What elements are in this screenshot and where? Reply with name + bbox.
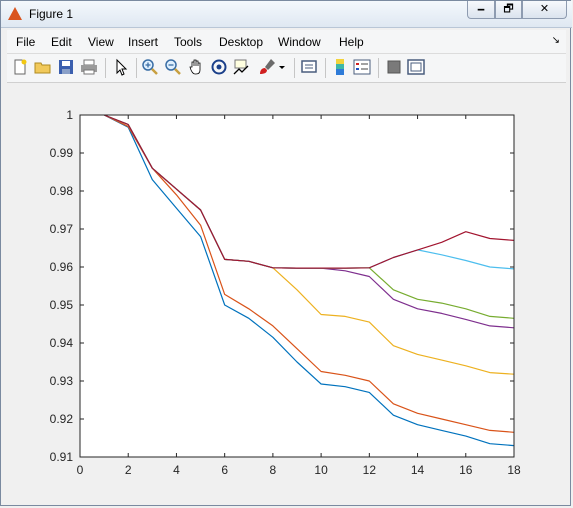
figure-window: Figure 1 🗕 🗗 ✕ File Edit View Insert Too… <box>0 0 572 506</box>
x-tick-label: 16 <box>459 463 473 477</box>
x-tick-label: 0 <box>77 463 84 477</box>
menu-desktop[interactable]: Desktop <box>219 35 263 49</box>
toolbar-separator <box>325 58 326 78</box>
pan-icon[interactable] <box>187 58 205 76</box>
matlab-logo-icon <box>8 7 22 20</box>
toolbar-separator <box>378 58 379 78</box>
dock-arrow-icon[interactable]: ↘ <box>552 35 560 46</box>
y-tick-label: 0.95 <box>50 298 74 312</box>
x-tick-label: 12 <box>363 463 377 477</box>
y-tick-label: 0.98 <box>50 184 74 198</box>
restore-button[interactable]: 🗗 <box>495 1 522 19</box>
link-plot-icon[interactable] <box>300 58 318 76</box>
y-tick-label: 0.94 <box>50 336 74 350</box>
menu-window[interactable]: Window <box>278 35 321 49</box>
data-cursor-icon[interactable] <box>233 58 251 76</box>
y-tick-label: 1 <box>66 108 73 122</box>
menu-view[interactable]: View <box>88 35 114 49</box>
print-icon[interactable] <box>80 58 98 76</box>
x-tick-label: 18 <box>507 463 521 477</box>
x-tick-label: 8 <box>270 463 277 477</box>
menu-bar: File Edit View Insert Tools Desktop Wind… <box>7 30 566 54</box>
close-button[interactable]: ✕ <box>522 1 567 19</box>
x-tick-label: 4 <box>173 463 180 477</box>
y-tick-label: 0.97 <box>50 222 74 236</box>
window-title: Figure 1 <box>29 7 74 21</box>
toolbar-separator <box>136 58 137 78</box>
legend-icon[interactable] <box>353 58 371 76</box>
colorbar-icon[interactable] <box>331 58 349 76</box>
open-file-icon[interactable] <box>34 58 52 76</box>
figure-canvas: 0 2 4 6 8 10 12 14 16 18 0.91 0.92 0.93 0.94 0.95 0.96 0… <box>7 83 566 502</box>
figure-toolbar <box>7 54 566 83</box>
y-tick-label: 0.92 <box>50 412 74 426</box>
line-plot[interactable]: 0 2 4 6 8 10 12 14 16 18 0.91 0.92 0.93 0.94 0.95 0.96 0… <box>7 83 566 502</box>
zoom-out-icon[interactable] <box>164 58 182 76</box>
zoom-in-icon[interactable] <box>141 58 159 76</box>
y-tick-label: 0.93 <box>50 374 74 388</box>
menu-file[interactable]: File <box>16 35 35 49</box>
menu-tools[interactable]: Tools <box>174 35 202 49</box>
menu-help[interactable]: Help <box>339 35 364 49</box>
title-bar[interactable]: Figure 1 🗕 🗗 ✕ <box>1 1 572 28</box>
axes-background <box>80 115 514 457</box>
save-icon[interactable] <box>57 58 75 76</box>
y-tick-label: 0.91 <box>50 450 74 464</box>
toolbar-separator <box>105 58 106 78</box>
chevron-down-icon[interactable] <box>277 58 287 76</box>
brush-icon[interactable] <box>258 58 276 76</box>
hide-plot-tools-icon[interactable] <box>385 58 403 76</box>
minimize-button[interactable]: 🗕 <box>467 1 495 19</box>
menu-insert[interactable]: Insert <box>128 35 158 49</box>
toolbar-separator <box>294 58 295 78</box>
show-plot-tools-icon[interactable] <box>407 58 425 76</box>
x-tick-label: 6 <box>221 463 228 477</box>
edit-plot-icon[interactable] <box>112 58 130 76</box>
y-tick-label: 0.96 <box>50 260 74 274</box>
y-tick-label: 0.99 <box>50 146 74 160</box>
x-tick-label: 2 <box>125 463 132 477</box>
new-figure-icon[interactable] <box>11 58 29 76</box>
x-tick-label: 14 <box>411 463 425 477</box>
rotate-3d-icon[interactable] <box>210 58 228 76</box>
x-tick-label: 10 <box>314 463 328 477</box>
menu-edit[interactable]: Edit <box>51 35 72 49</box>
